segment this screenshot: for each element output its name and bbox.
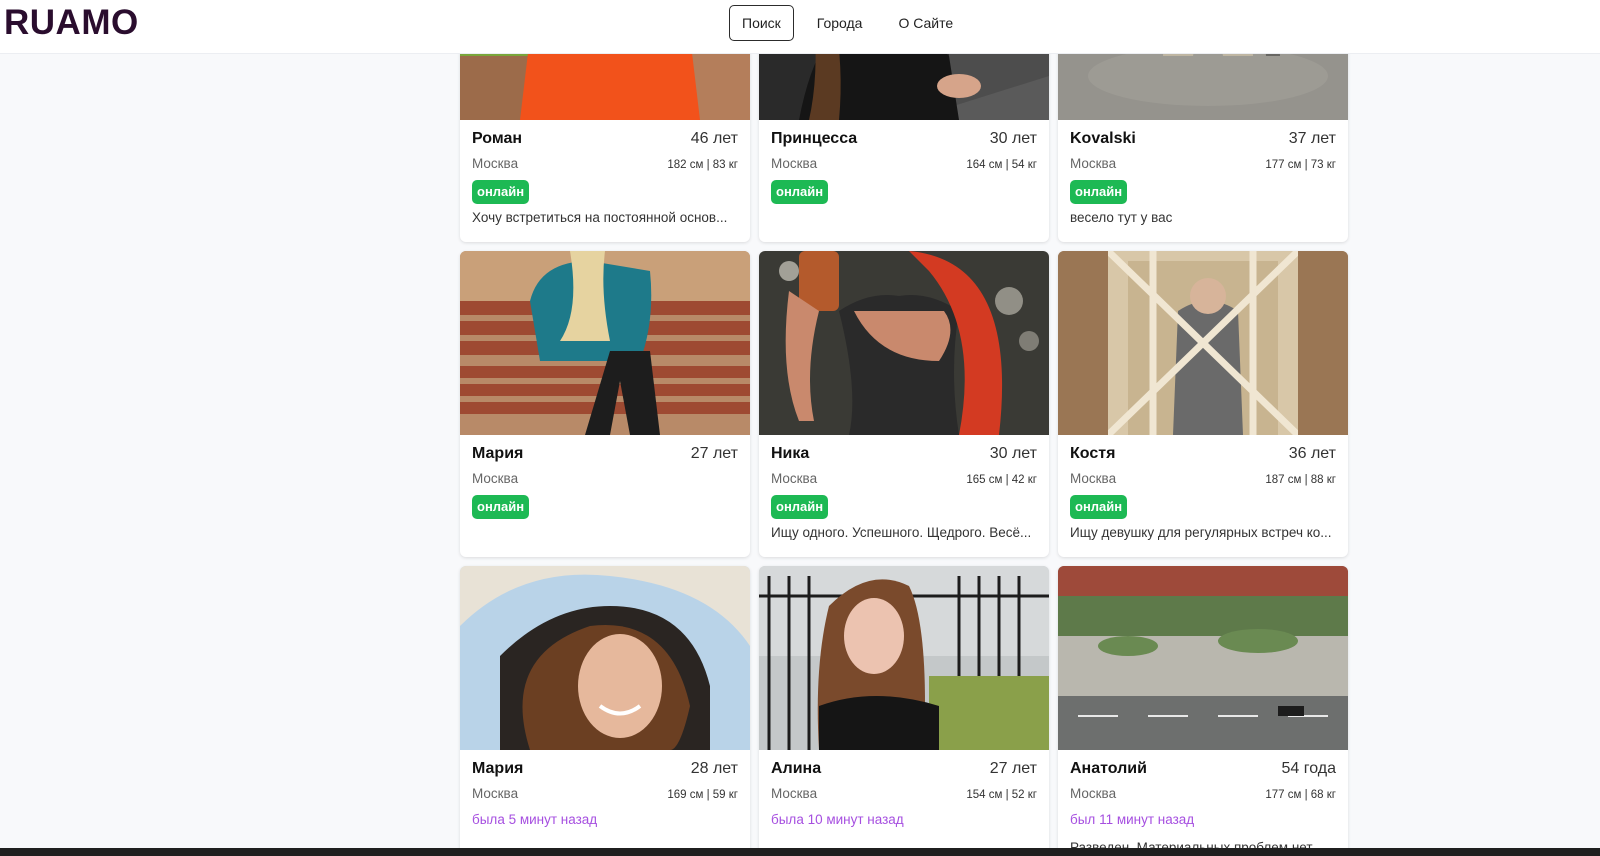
profile-params: 177 см | 73 кг [1265, 159, 1336, 171]
profile-card[interactable]: Мария 28 лет Москва 169 см | 59 кг была 5 … [460, 566, 750, 856]
bottom-bar [0, 848, 1600, 856]
woman-red-hair-selfie-photo[interactable] [759, 251, 1049, 435]
profile-age: 54 года [1281, 760, 1336, 777]
profile-name: Костя [1070, 445, 1116, 462]
profile-city: Москва [771, 786, 818, 801]
profile-age: 27 лет [690, 445, 738, 462]
woman-curly-hair-photo[interactable] [460, 566, 750, 750]
profile-age: 28 лет [690, 760, 738, 777]
online-badge: онлайн [472, 495, 530, 519]
nav-cities[interactable]: Города [804, 5, 876, 41]
profile-city: Москва [1070, 156, 1117, 171]
profile-params: 169 см | 59 кг [667, 789, 738, 801]
profile-city: Москва [472, 471, 519, 486]
profile-about: Хочу встретиться на постоянной основ... [472, 210, 728, 225]
online-badge: онлайн [771, 495, 829, 519]
profile-about: весело тут у вас [1070, 210, 1173, 225]
profile-city: Москва [472, 786, 519, 801]
profile-grid: Роман 46 лет Москва 182 см | 83 кг онлайн … [460, 0, 1350, 856]
profile-age: 37 лет [1288, 130, 1336, 147]
profile-params: 164 см | 54 кг [966, 159, 1037, 171]
profile-card[interactable]: Ника 30 лет Москва 165 см | 42 кг онлайн И… [759, 251, 1049, 557]
profile-card[interactable]: Мария 27 лет Москва онлайн [460, 251, 750, 557]
profile-about: Ищу одного. Успешного. Щедрого. Весё... [771, 525, 1032, 540]
profile-name: Принцесса [771, 130, 858, 147]
last-seen-status: был 11 минут назад [1070, 812, 1195, 827]
profile-name: Алина [771, 760, 822, 777]
nav-search[interactable]: Поиск [729, 5, 794, 41]
nav-about[interactable]: О Сайте [885, 5, 966, 41]
profile-params: 165 см | 42 кг [966, 474, 1037, 486]
profile-age: 36 лет [1288, 445, 1336, 462]
online-badge: онлайн [1070, 495, 1128, 519]
last-seen-status: была 5 минут назад [472, 812, 598, 827]
profile-params: 177 см | 68 кг [1265, 789, 1336, 801]
profile-age: 30 лет [989, 130, 1037, 147]
profile-params: 154 см | 52 кг [966, 789, 1037, 801]
profile-about: Ищу девушку для регулярных встреч ко... [1070, 525, 1332, 540]
man-mirror-selfie-photo[interactable] [1058, 251, 1348, 435]
woman-black-lace-photo[interactable] [759, 566, 1049, 750]
profile-name: Анатолий [1070, 760, 1147, 777]
profile-name: Роман [472, 130, 523, 147]
profile-name: Мария [472, 445, 524, 462]
profile-city: Москва [771, 156, 818, 171]
online-badge: онлайн [771, 180, 829, 204]
profile-city: Москва [472, 156, 519, 171]
profile-age: 30 лет [989, 445, 1037, 462]
profile-city: Москва [1070, 786, 1117, 801]
city-square-view-photo[interactable] [1058, 566, 1348, 750]
profile-card[interactable]: Анатолий 54 года Москва 177 см | 68 кг был… [1058, 566, 1348, 856]
profile-city: Москва [771, 471, 818, 486]
profile-name: Kovalski [1070, 130, 1136, 147]
profile-params: 187 см | 88 кг [1265, 474, 1336, 486]
profile-age: 46 лет [690, 130, 738, 147]
online-badge: онлайн [472, 180, 530, 204]
online-badge: онлайн [1070, 180, 1128, 204]
profile-name: Ника [771, 445, 810, 462]
site-logo[interactable]: RUAMO [4, 4, 139, 42]
profile-card[interactable]: Костя 36 лет Москва 187 см | 88 кг онлайн … [1058, 251, 1348, 557]
profile-card[interactable]: Алина 27 лет Москва 154 см | 52 кг была 10… [759, 566, 1049, 856]
top-navbar: RUAMO Поиск Города О Сайте [0, 0, 1600, 54]
profile-name: Мария [472, 760, 524, 777]
profile-params: 182 см | 83 кг [667, 159, 738, 171]
main-nav: Поиск Города О Сайте [729, 5, 976, 41]
profile-age: 27 лет [989, 760, 1037, 777]
profile-city: Москва [1070, 471, 1117, 486]
woman-on-bench-photo[interactable] [460, 251, 750, 435]
last-seen-status: была 10 минут назад [771, 812, 904, 827]
